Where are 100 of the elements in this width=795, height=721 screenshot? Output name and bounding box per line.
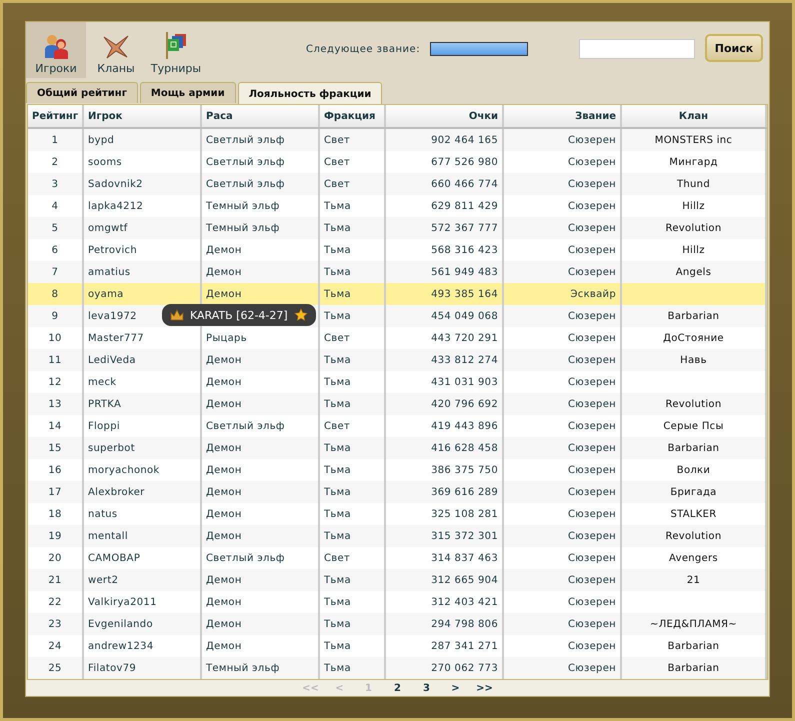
column-header[interactable]: Клан — [621, 105, 766, 128]
clan-cell: Волки — [676, 464, 710, 476]
player-cell: Evgenilando — [88, 618, 153, 630]
player-cell: wert2 — [88, 574, 118, 586]
table-row[interactable]: 7 amatius Демон Тьма 561 949 483 Сюзерен Angels — [28, 261, 766, 283]
nav-tab[interactable]: Игроки — [26, 22, 86, 78]
player-cell: Alexbroker — [88, 486, 145, 498]
page-link[interactable]: 3 — [412, 682, 441, 694]
rank-cell: 3 — [52, 178, 58, 190]
table-row[interactable]: 3 Sadovnik2 Светлый эльф Свет 660 466 774 Сюзерен Thund — [28, 173, 766, 195]
clan-cell: Revolution — [666, 222, 722, 234]
title-cell: Сюзерен — [568, 398, 616, 410]
table-row[interactable]: 21 wert2 Демон Тьма 312 665 904 Сюзерен 21 — [28, 569, 766, 591]
faction-cell: Тьма — [324, 640, 351, 652]
rank-cell: 9 — [52, 310, 58, 322]
race-cell: Демон — [206, 508, 242, 520]
rank-cell: 10 — [48, 332, 62, 344]
clan-cell: Revolution — [666, 530, 722, 542]
table-row[interactable]: 11 LediVeda Демон Тьма 433 812 274 Сюзерен Навь — [28, 349, 766, 371]
title-cell: Сюзерен — [568, 332, 616, 344]
points-cell: 325 108 281 — [431, 508, 498, 520]
search-button[interactable]: Поиск — [705, 34, 763, 62]
table-row[interactable]: 8 oyama Демон Тьма 493 385 164 Эсквайр — [28, 283, 766, 305]
faction-cell: Тьма — [324, 530, 351, 542]
points-cell: 629 811 429 — [431, 200, 498, 212]
race-cell: Демон — [206, 398, 242, 410]
table-row[interactable]: 15 superbot Демон Тьма 416 628 458 Сюзерен Barbarian — [28, 437, 766, 459]
player-cell: amatius — [88, 266, 130, 278]
column-header[interactable]: Раса — [201, 105, 319, 128]
tooltip-text: KARATЬ [62-4-27] — [190, 308, 288, 322]
table-row[interactable]: 23 Evgenilando Демон Тьма 294 798 806 Сюзерен ~ЛЕД&ПЛАМЯ~ — [28, 613, 766, 635]
table-row[interactable]: 25 Filatov79 Темный эльф Тьма 270 062 773 Сюзерен Barbarian — [28, 657, 766, 679]
player-cell: superbot — [88, 442, 135, 454]
race-cell: Светлый эльф — [206, 156, 285, 168]
clan-cell: Avengers — [669, 552, 718, 564]
clan-cell: 21 — [686, 574, 700, 586]
title-cell: Сюзерен — [568, 640, 616, 652]
race-cell: Демон — [206, 354, 242, 366]
tab[interactable]: Лояльность фракции — [238, 82, 382, 105]
rank-cell: 6 — [52, 244, 58, 256]
title-cell: Сюзерен — [568, 552, 616, 564]
title-cell: Сюзерен — [568, 508, 616, 520]
race-cell: Демон — [206, 244, 242, 256]
player-cell: Floppi — [88, 420, 120, 432]
column-header[interactable]: Звание — [503, 105, 621, 128]
player-cell: lapka4212 — [88, 200, 144, 212]
clan-cell: Бригада — [670, 486, 717, 498]
points-cell: 386 375 750 — [431, 464, 498, 476]
race-cell: Светлый эльф — [206, 178, 285, 190]
faction-cell: Тьма — [324, 596, 351, 608]
race-cell: Светлый эльф — [206, 552, 285, 564]
tab[interactable]: Общий рейтинг — [26, 82, 138, 103]
player-cell: Petrovich — [88, 244, 137, 256]
player-cell: mentall — [88, 530, 128, 542]
clan-cell: Barbarian — [668, 310, 720, 322]
rank-cell: 25 — [48, 662, 62, 674]
column-header[interactable]: Фракция — [319, 105, 385, 128]
player-cell: moryachonok — [88, 464, 160, 476]
points-cell: 902 464 165 — [431, 134, 498, 146]
rank-cell: 24 — [48, 640, 62, 652]
points-cell: 420 796 692 — [431, 398, 498, 410]
title-cell: Сюзерен — [568, 310, 616, 322]
table-row[interactable]: 19 mentall Демон Тьма 315 372 301 Сюзерен Revolution — [28, 525, 766, 547]
rank-cell: 12 — [48, 376, 62, 388]
player-cell: natus — [88, 508, 118, 520]
faction-cell: Тьма — [324, 288, 351, 300]
faction-cell: Тьма — [324, 442, 351, 454]
tab[interactable]: Мощь армии — [140, 82, 236, 103]
table-row[interactable]: 13 PRTKA Демон Тьма 420 796 692 Сюзерен Revolution — [28, 393, 766, 415]
points-cell: 431 031 903 — [431, 376, 498, 388]
points-cell: 315 372 301 — [431, 530, 498, 542]
page-link[interactable]: >> — [470, 682, 499, 694]
faction-cell: Тьма — [324, 464, 351, 476]
table-row[interactable]: 1 bypd Светлый эльф Свет 902 464 165 Сюзерен MONSTERS inc — [28, 128, 766, 151]
player-cell: Sadovnik2 — [88, 178, 143, 190]
rank-cell: 19 — [48, 530, 62, 542]
points-cell: 433 812 274 — [431, 354, 498, 366]
race-cell: Демон — [206, 442, 242, 454]
nav-tab[interactable]: Кланы — [86, 22, 146, 78]
rank-cell: 5 — [52, 222, 58, 234]
faction-cell: Тьма — [324, 244, 351, 256]
race-cell: Светлый эльф — [206, 420, 285, 432]
table-row[interactable]: 17 Alexbroker Демон Тьма 369 616 289 Сюзерен Бригада — [28, 481, 766, 503]
player-cell: leva1972 — [88, 310, 137, 322]
column-header[interactable]: Рейтинг — [28, 105, 83, 128]
points-cell: 416 628 458 — [431, 442, 498, 454]
clan-cell: Мингард — [669, 156, 718, 168]
rank-cell: 17 — [48, 486, 62, 498]
column-header[interactable]: Игрок — [83, 105, 201, 128]
race-cell: Демон — [206, 266, 242, 278]
page-link[interactable]: > — [441, 682, 470, 694]
title-cell: Сюзерен — [568, 464, 616, 476]
table-row[interactable]: 5 omgwtf Темный эльф Тьма 572 367 777 Сюзерен Revolution — [28, 217, 766, 239]
column-header[interactable]: Очки — [385, 105, 503, 128]
nav-tab[interactable]: Турниры — [146, 22, 206, 78]
clan-cell: Barbarian — [668, 442, 720, 454]
page-link[interactable]: 2 — [383, 682, 412, 694]
points-cell: 443 720 291 — [431, 332, 498, 344]
clan-cell: Thund — [677, 178, 710, 190]
player-cell: PRTKA — [88, 398, 122, 410]
